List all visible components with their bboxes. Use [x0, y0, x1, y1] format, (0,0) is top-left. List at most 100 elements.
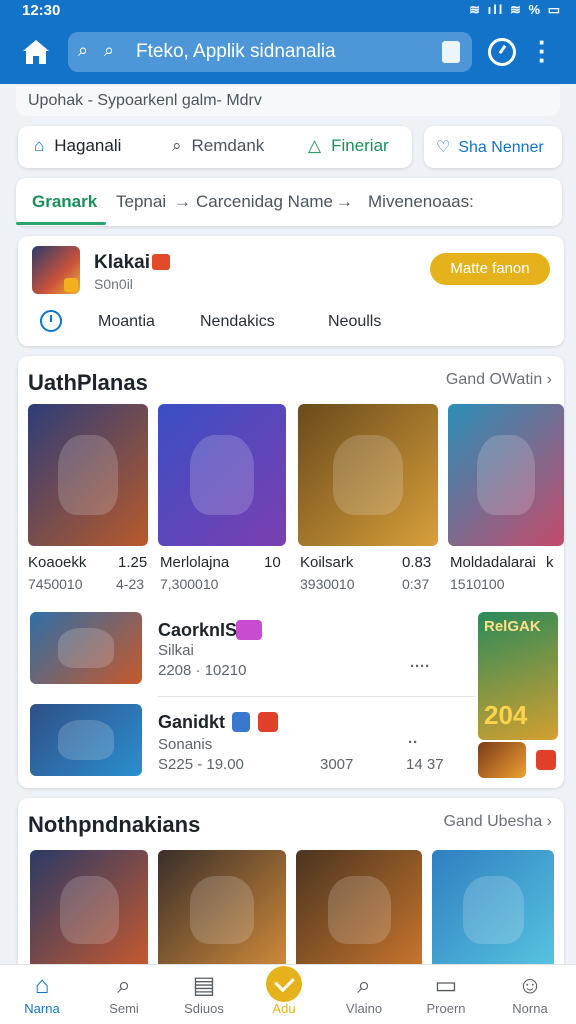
- status-bar: 12:30 ≋ ıll ≋ % ▭: [0, 0, 576, 22]
- list-item-sub: Sonanis: [158, 736, 213, 753]
- game-card-name: Moldadalarai: [450, 554, 536, 571]
- badge-icon: [152, 254, 170, 270]
- badge-icon: [536, 750, 556, 770]
- chevron-right-icon: ›: [546, 813, 552, 830]
- chevron-right-icon: →: [336, 192, 353, 211]
- tab-group: ⌂ Haganali ⌕ Remdank △ Fineriar: [18, 126, 412, 168]
- game-card-image[interactable]: [158, 404, 286, 546]
- nav-explore[interactable]: ⌕ Vlaino: [324, 971, 404, 1016]
- game-card-value: k: [546, 554, 554, 571]
- nav-search[interactable]: ⌕ Semi: [84, 971, 164, 1016]
- tab-share[interactable]: ♡ Sha Nenner: [424, 126, 562, 168]
- game-card-name: Koilsark: [300, 554, 354, 571]
- search-icon: ⌕: [117, 972, 131, 999]
- profile-name: Klakai: [94, 252, 150, 273]
- avatar[interactable]: [32, 246, 80, 294]
- clock-icon[interactable]: [488, 38, 516, 66]
- search-input[interactable]: Fteko, Applik sidnanalia: [136, 41, 336, 63]
- nav-label: Proern: [426, 1001, 466, 1016]
- side-card-image[interactable]: RelGAK 204: [478, 612, 558, 740]
- filter-active[interactable]: Granark: [32, 192, 97, 212]
- nav-folder[interactable]: ▭ Proern: [406, 971, 486, 1016]
- list-item-image[interactable]: [30, 612, 142, 684]
- tab-home[interactable]: ⌂ Haganali: [34, 136, 121, 156]
- game-card-value: 0.83: [402, 554, 432, 571]
- game-card-value: 1.25: [118, 554, 148, 571]
- nav-documents[interactable]: ▤ Sdiuos: [164, 971, 244, 1016]
- side-card-value: 204: [484, 700, 528, 730]
- nav-label: Norna: [512, 1001, 548, 1016]
- user-icon: ☺: [517, 972, 543, 999]
- chevron-right-icon: ›: [546, 371, 552, 388]
- game-card-sub2: 0:37: [402, 576, 430, 592]
- section-title: Nothpndnakians: [28, 812, 201, 837]
- character-art: [333, 435, 403, 515]
- list-item-image[interactable]: [30, 704, 142, 776]
- character-art: [58, 627, 114, 669]
- profile-link[interactable]: Neoulls: [328, 313, 381, 331]
- game-card-image[interactable]: [296, 850, 422, 964]
- profile-link[interactable]: Moantia: [98, 313, 155, 331]
- tab-label: Remdank: [191, 136, 265, 155]
- search-bar[interactable]: ⌕ ⌕ Fteko, Applik sidnanalia: [68, 32, 472, 72]
- more-icon[interactable]: · · ·: [538, 29, 547, 73]
- nav-label: Narna: [24, 1001, 60, 1016]
- game-card-name: Koaoekk: [28, 554, 87, 571]
- game-card-name: Merlolajna: [160, 554, 230, 571]
- game-card-sub: 7450010: [28, 576, 83, 592]
- section-title: UathPlanas: [28, 370, 148, 395]
- list-item-meta: 3007: [320, 756, 354, 773]
- status-time: 12:30: [22, 2, 61, 19]
- chevron-right-icon: →: [174, 192, 191, 211]
- nav-home[interactable]: ⌂ Narna: [2, 971, 82, 1016]
- triangle-icon: △: [308, 136, 322, 155]
- list-item-title: CaorknIS:: [158, 620, 244, 640]
- badge-icon: [258, 712, 278, 732]
- tab-trends[interactable]: △ Fineriar: [308, 136, 389, 156]
- tab-label: Haganali: [54, 136, 122, 155]
- list-item-meta: S225 - 19.00: [158, 756, 244, 773]
- game-card-image[interactable]: [448, 404, 564, 546]
- tab-label: Fineriar: [331, 136, 389, 155]
- filter-bar: Granark Tepnai → Carcenidag Name → Miven…: [16, 178, 562, 226]
- bag-icon[interactable]: [442, 41, 460, 63]
- app-bar: ⌕ ⌕ Fteko, Applik sidnanalia · · ·: [0, 22, 576, 84]
- pin-icon: ♡: [436, 139, 451, 156]
- character-art: [462, 876, 524, 944]
- list-item-title: Ganidkt: [158, 712, 226, 732]
- list-item-dots[interactable]: ····: [410, 658, 430, 675]
- game-card-image[interactable]: [30, 850, 148, 964]
- list-item-sub: Silkai: [158, 642, 194, 659]
- clock-icon: [40, 310, 62, 332]
- profile-link[interactable]: Nendakics: [200, 313, 275, 331]
- section-more-link[interactable]: Gand Ubesha ›: [443, 813, 552, 831]
- character-art: [327, 876, 391, 944]
- game-card-image[interactable]: [298, 404, 438, 546]
- filter-item[interactable]: Mivenenoaas:: [368, 192, 474, 212]
- tab-search[interactable]: ⌕ Remdank: [172, 136, 264, 156]
- home-icon: ⌂: [34, 136, 45, 155]
- check-icon[interactable]: [266, 966, 302, 1002]
- list-item-meta: 14 37: [406, 756, 444, 773]
- filter-item[interactable]: Tepnai: [116, 192, 166, 212]
- filter-item[interactable]: Carcenidag Name: [196, 192, 333, 212]
- badge-icon: [232, 712, 250, 732]
- game-card-image[interactable]: [158, 850, 286, 964]
- profile-card: Klakai S0n0il Matte fanon Moantia Nendak…: [18, 236, 564, 346]
- list-item-meta: 2208 · 10210: [158, 662, 247, 679]
- game-card-sub: 1510100: [450, 576, 505, 592]
- section-featured: UathPlanas Gand OWatin › Koaoekk 1.25 74…: [18, 356, 564, 788]
- nav-profile[interactable]: ☺ Norna: [490, 971, 570, 1016]
- section-more-link[interactable]: Gand OWatin ›: [446, 371, 552, 389]
- character-art: [59, 876, 119, 944]
- side-card-title: RelGAK: [484, 618, 541, 635]
- folder-icon: ▭: [434, 972, 458, 999]
- badge-icon: [236, 620, 262, 640]
- home-icon[interactable]: [20, 36, 52, 68]
- side-card-thumb[interactable]: [478, 742, 526, 778]
- profile-action-button[interactable]: Matte fanon: [430, 253, 550, 285]
- game-card-image[interactable]: [432, 850, 554, 964]
- list-item-dots[interactable]: ··: [408, 734, 418, 751]
- more-label: Gand OWatin: [445, 371, 543, 388]
- game-card-image[interactable]: [28, 404, 148, 546]
